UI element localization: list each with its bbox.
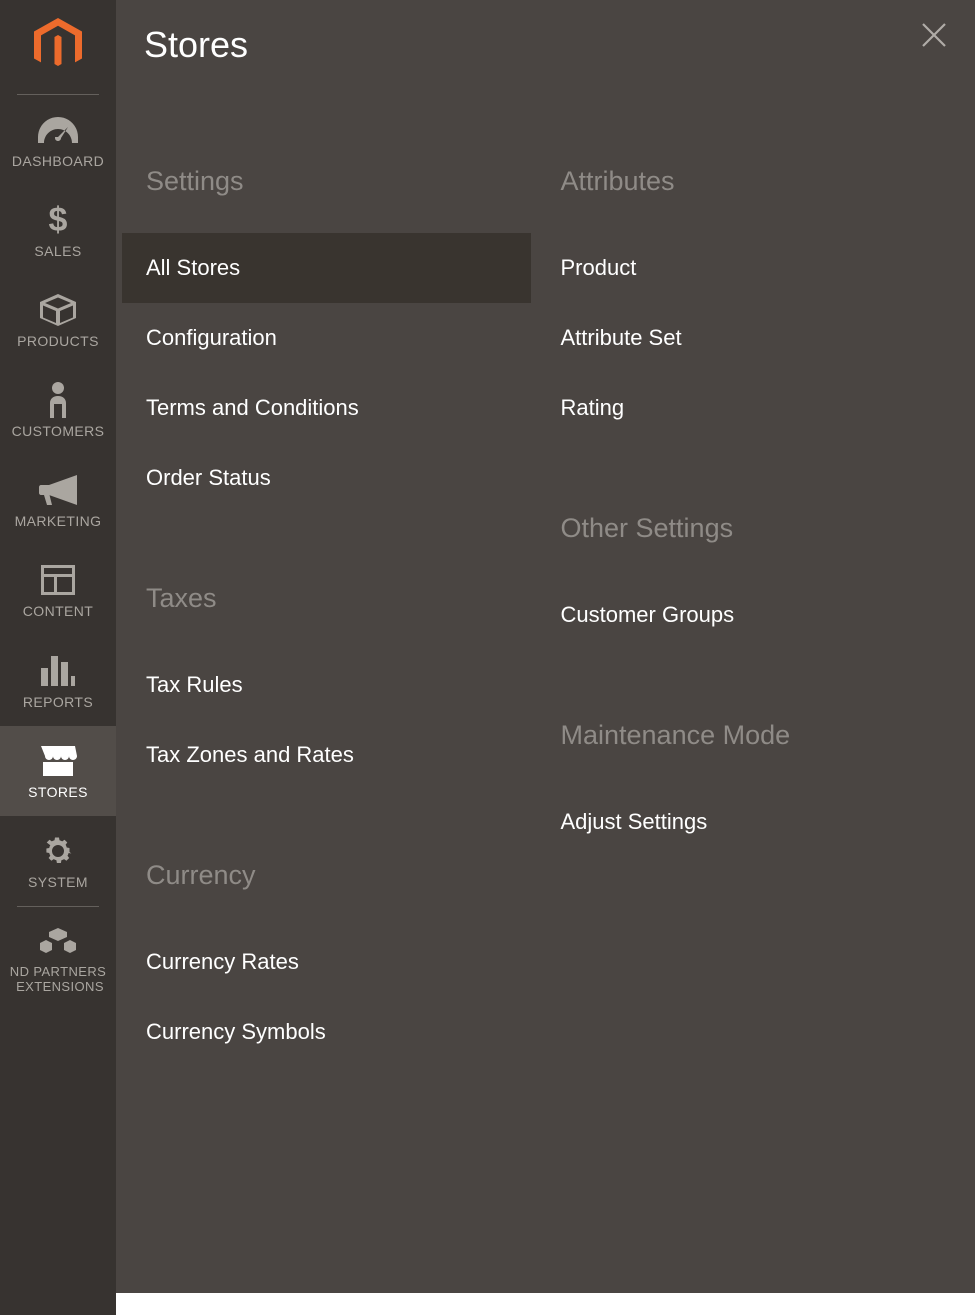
section-attributes: Attributes Product Attribute Set Rating [561, 166, 946, 443]
sidebar-item-label: SYSTEM [28, 874, 88, 890]
section-settings: Settings All Stores Configuration Terms … [146, 166, 531, 513]
blocks-icon [40, 925, 76, 959]
sidebar-item-label: DASHBOARD [12, 153, 104, 169]
close-icon [921, 22, 947, 48]
bar-chart-icon [41, 654, 75, 688]
flyout-title: Stores [144, 24, 945, 66]
sidebar-item-label: CONTENT [23, 603, 93, 619]
sidebar-item-partners[interactable]: ND PARTNERS EXTENSIONS [0, 907, 116, 1011]
sidebar-item-customers[interactable]: CUSTOMERS [0, 365, 116, 455]
menu-item-customer-groups[interactable]: Customer Groups [537, 580, 946, 650]
section-title: Attributes [561, 166, 946, 197]
section-title: Other Settings [561, 513, 946, 544]
flyout-columns: Settings All Stores Configuration Terms … [146, 166, 945, 1137]
menu-item-rating[interactable]: Rating [537, 373, 946, 443]
sidebar-item-label: REPORTS [23, 694, 93, 710]
menu-item-currency-rates[interactable]: Currency Rates [122, 927, 531, 997]
menu-item-product[interactable]: Product [537, 233, 946, 303]
section-title: Taxes [146, 583, 531, 614]
sidebar-item-marketing[interactable]: MARKETING [0, 455, 116, 545]
menu-item-configuration[interactable]: Configuration [122, 303, 531, 373]
menu-item-terms-and-conditions[interactable]: Terms and Conditions [122, 373, 531, 443]
gauge-icon [38, 113, 78, 147]
sidebar-item-label: CUSTOMERS [12, 423, 105, 439]
section-currency: Currency Currency Rates Currency Symbols [146, 860, 531, 1067]
sidebar-item-products[interactable]: PRODUCTS [0, 275, 116, 365]
menu-item-order-status[interactable]: Order Status [122, 443, 531, 513]
menu-item-attribute-set[interactable]: Attribute Set [537, 303, 946, 373]
box-icon [40, 293, 76, 327]
section-taxes: Taxes Tax Rules Tax Zones and Rates [146, 583, 531, 790]
section-other-settings: Other Settings Customer Groups [561, 513, 946, 650]
flyout-column-right: Attributes Product Attribute Set Rating … [561, 166, 946, 1137]
gear-icon [42, 834, 74, 868]
sidebar-item-label: ND PARTNERS EXTENSIONS [10, 965, 106, 995]
sidebar-item-system[interactable]: SYSTEM [0, 816, 116, 906]
menu-item-tax-zones-and-rates[interactable]: Tax Zones and Rates [122, 720, 531, 790]
flyout-column-left: Settings All Stores Configuration Terms … [146, 166, 561, 1137]
close-button[interactable] [921, 22, 947, 53]
megaphone-icon [39, 473, 77, 507]
svg-text:$: $ [49, 203, 68, 237]
menu-item-tax-rules[interactable]: Tax Rules [122, 650, 531, 720]
sidebar-item-sales[interactable]: $ SALES [0, 185, 116, 275]
section-title: Maintenance Mode [561, 720, 946, 751]
menu-item-adjust-settings[interactable]: Adjust Settings [537, 787, 946, 857]
sidebar-item-label: MARKETING [15, 513, 102, 529]
sidebar-item-content[interactable]: CONTENT [0, 545, 116, 635]
stores-flyout-panel: Stores Settings All Stores Configuration… [116, 0, 975, 1293]
sidebar-item-label: STORES [28, 784, 88, 800]
section-title: Settings [146, 166, 531, 197]
logo[interactable] [0, 0, 116, 94]
sidebar-item-label: PRODUCTS [17, 333, 99, 349]
menu-item-all-stores[interactable]: All Stores [122, 233, 531, 303]
sidebar-item-label: SALES [34, 243, 81, 259]
sidebar-item-dashboard[interactable]: DASHBOARD [0, 95, 116, 185]
dollar-icon: $ [48, 203, 68, 237]
person-icon [48, 383, 68, 417]
menu-item-currency-symbols[interactable]: Currency Symbols [122, 997, 531, 1067]
admin-sidebar: DASHBOARD $ SALES PRODUCTS CUSTOMERS MAR… [0, 0, 116, 1315]
section-title: Currency [146, 860, 531, 891]
store-icon [39, 744, 77, 778]
section-maintenance-mode: Maintenance Mode Adjust Settings [561, 720, 946, 857]
magento-logo-icon [34, 18, 82, 72]
layout-icon [41, 563, 75, 597]
sidebar-item-reports[interactable]: REPORTS [0, 636, 116, 726]
sidebar-item-stores[interactable]: STORES [0, 726, 116, 816]
